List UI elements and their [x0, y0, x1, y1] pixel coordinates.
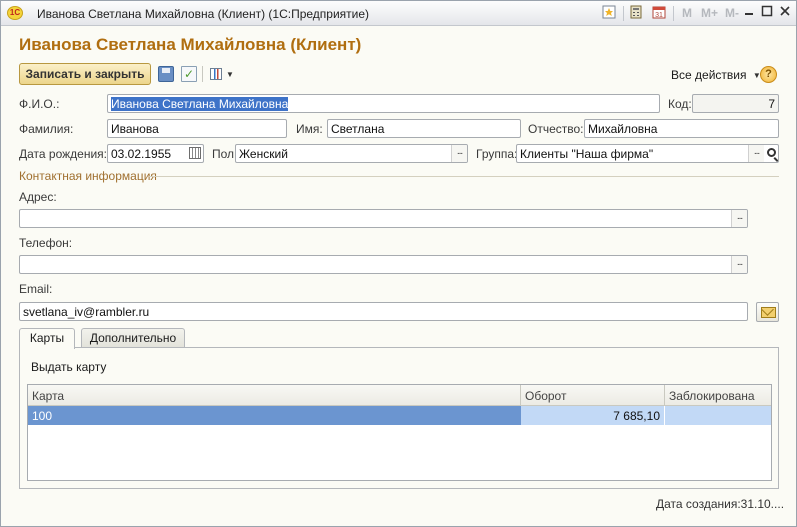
tab-additional[interactable]: Дополнительно: [81, 328, 185, 348]
column-header-blocked[interactable]: Заблокирована: [665, 385, 771, 406]
chevron-down-icon[interactable]: ▼: [226, 70, 234, 79]
cell-turnover: 7 685,10: [521, 406, 665, 425]
birthdate-value: 03.02.1955: [111, 147, 172, 161]
email-field[interactable]: svetlana_iv@rambler.ru: [19, 302, 748, 321]
address-edit-button[interactable]: ...: [731, 210, 747, 227]
fio-value: Иванова Светлана Михайловна: [111, 97, 289, 111]
group-label: Группа:: [476, 147, 518, 161]
calculator-icon[interactable]: [628, 5, 644, 21]
report-icon[interactable]: [210, 68, 222, 80]
cards-table[interactable]: Карта Оборот Заблокирована 100 7 685,10: [27, 384, 772, 481]
help-button[interactable]: ?: [760, 66, 777, 83]
toolbar-separator: [202, 66, 203, 82]
contact-info-group-title: Контактная информация: [19, 169, 157, 183]
phone-label: Телефон:: [19, 236, 73, 250]
group-divider: [149, 176, 779, 177]
cell-blocked: [665, 406, 771, 425]
tab-cards[interactable]: Карты: [19, 328, 75, 349]
title-separator: [623, 6, 624, 21]
patronymic-field[interactable]: Михайловна: [584, 119, 779, 138]
table-header: Карта Оборот Заблокирована: [28, 385, 771, 406]
close-icon[interactable]: [777, 5, 793, 21]
fio-field[interactable]: Иванова Светлана Михайловна: [107, 94, 660, 113]
search-icon[interactable]: [767, 148, 776, 157]
gender-select-button[interactable]: ...: [451, 145, 467, 162]
lastname-label: Фамилия:: [19, 122, 74, 136]
gender-label: Пол:: [212, 147, 238, 161]
lastname-field[interactable]: Иванова: [107, 119, 287, 138]
email-label: Email:: [19, 282, 53, 296]
cell-card: 100: [28, 406, 521, 425]
birthdate-label: Дата рождения:: [19, 147, 107, 161]
gender-field[interactable]: Женский ...: [235, 144, 468, 163]
send-email-icon[interactable]: [756, 302, 779, 322]
firstname-field[interactable]: Светлана: [327, 119, 521, 138]
firstname-label: Имя:: [296, 122, 323, 136]
bookmark-icon[interactable]: [601, 5, 617, 21]
column-header-card[interactable]: Карта: [28, 385, 521, 406]
column-header-turnover[interactable]: Оборот: [521, 385, 665, 406]
maximize-icon[interactable]: [759, 5, 775, 21]
fio-label: Ф.И.О.:: [19, 97, 60, 111]
issue-card-link[interactable]: Выдать карту: [31, 360, 106, 374]
code-label: Код:: [668, 97, 692, 111]
patronymic-label: Отчество:: [528, 122, 584, 136]
memory-m-button[interactable]: M: [682, 6, 692, 20]
page-title: Иванова Светлана Михайловна (Клиент): [19, 35, 362, 54]
window-title: Иванова Светлана Михайловна (Клиент) (1С…: [37, 7, 370, 21]
all-actions-menu[interactable]: Все действия ▼: [671, 68, 761, 82]
minimize-icon[interactable]: [741, 5, 757, 21]
save-icon[interactable]: [158, 66, 174, 82]
phone-field[interactable]: ...: [19, 255, 748, 274]
save-and-close-button[interactable]: Записать и закрыть: [19, 63, 151, 85]
code-field[interactable]: 7: [692, 94, 779, 113]
group-field[interactable]: Клиенты "Наша фирма" ...: [516, 144, 779, 163]
client-form-window: 1С Иванова Светлана Михайловна (Клиент) …: [0, 0, 797, 527]
app-logo-icon[interactable]: 1С: [7, 6, 23, 20]
memory-plus-button[interactable]: M+: [701, 6, 718, 20]
phone-edit-button[interactable]: ...: [731, 256, 747, 273]
group-value: Клиенты "Наша фирма": [520, 147, 654, 161]
gender-value: Женский: [239, 147, 288, 161]
post-check-icon[interactable]: ✓: [181, 66, 197, 82]
calendar-icon[interactable]: 31: [651, 5, 667, 21]
svg-text:31: 31: [655, 12, 663, 19]
address-field[interactable]: ...: [19, 209, 748, 228]
table-row[interactable]: 100 7 685,10: [28, 406, 771, 425]
all-actions-label: Все действия: [671, 68, 747, 82]
title-separator: [673, 6, 674, 21]
memory-minus-button[interactable]: M-: [725, 6, 739, 20]
group-select-button[interactable]: ...: [748, 145, 764, 162]
calendar-picker-icon[interactable]: [189, 147, 201, 159]
title-bar: 1С Иванова Светлана Михайловна (Клиент) …: [1, 1, 796, 26]
birthdate-field[interactable]: 03.02.1955: [107, 144, 204, 163]
address-label: Адрес:: [19, 190, 57, 204]
creation-date: Дата создания:31.10....: [656, 497, 785, 511]
